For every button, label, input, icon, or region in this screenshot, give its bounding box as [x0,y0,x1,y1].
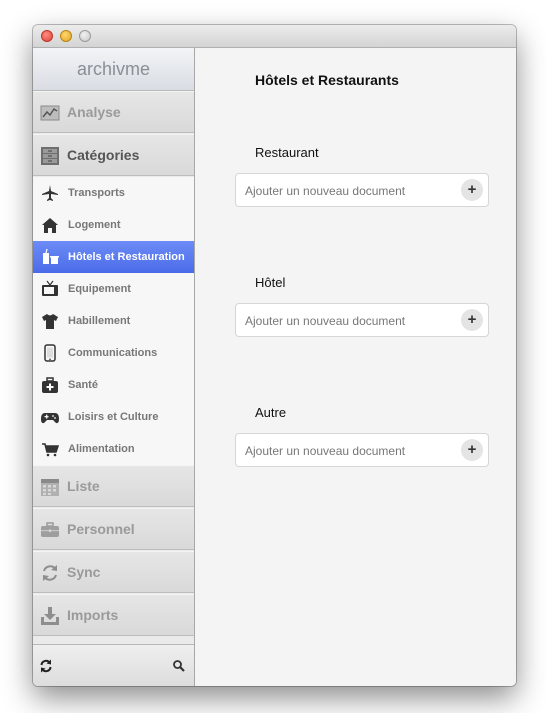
sidebar: archivme Analyse Catégories Transports L… [33,48,195,686]
sidebar-section-label: Sync [67,564,101,580]
briefcase-icon [41,522,59,537]
category-communications[interactable]: Communications [33,337,194,369]
refresh-icon[interactable] [39,659,53,673]
group-label-hotel: Hôtel [255,275,286,290]
sidebar-section-categories[interactable]: Catégories [33,134,194,176]
add-document-field-hotel[interactable]: Ajouter un nouveau document + [235,303,489,337]
gamepad-icon [41,413,59,424]
tv-icon [42,280,58,296]
phone-icon [44,344,56,362]
add-document-field-autre[interactable]: Ajouter un nouveau document + [235,433,489,467]
app-window: archivme Analyse Catégories Transports L… [33,25,516,686]
add-document-button[interactable]: + [461,179,483,201]
add-document-placeholder: Ajouter un nouveau document [245,444,406,458]
category-label: Logement [68,219,121,231]
category-label: Loisirs et Culture [68,411,159,423]
calendar-icon [41,479,59,496]
sidebar-section-label: Analyse [67,104,121,120]
import-icon [41,607,59,625]
add-document-field-restaurant[interactable]: Ajouter un nouveau document + [235,173,489,207]
sidebar-section-label: Liste [67,478,100,494]
sidebar-section-label: Imports [67,607,119,623]
close-button[interactable] [41,30,53,42]
zoom-button[interactable] [79,30,91,42]
add-document-button[interactable]: + [461,439,483,461]
house-icon [42,218,58,233]
medkit-icon [42,377,58,393]
page-title: Hôtels et Restaurants [255,72,399,88]
category-label: Equipement [68,283,131,295]
main-content: Hôtels et Restaurants Restaurant Ajouter… [195,48,516,686]
search-icon[interactable] [172,659,186,673]
category-transports[interactable]: Transports [33,177,194,209]
sidebar-section-sync[interactable]: Sync [33,551,194,593]
sidebar-section-label: Catégories [67,147,140,163]
category-label: Habillement [68,315,131,327]
sidebar-section-liste[interactable]: Liste [33,465,194,507]
sidebar-section-imports[interactable]: Imports [33,594,194,636]
add-document-placeholder: Ajouter un nouveau document [245,184,406,198]
chart-icon [40,105,60,121]
category-equipement[interactable]: Equipement [33,273,194,305]
add-document-button[interactable]: + [461,309,483,331]
sidebar-section-label: Personnel [67,521,135,537]
app-brand: archivme [33,48,194,91]
category-label: Santé [68,379,98,391]
title-bar [33,25,516,48]
category-label: Hôtels et Restauration [68,251,185,263]
tshirt-icon [42,314,58,329]
category-label: Alimentation [68,443,135,455]
group-label-restaurant: Restaurant [255,145,319,160]
category-alimentation[interactable]: Alimentation [33,433,194,465]
sync-icon [43,565,57,581]
airplane-icon [42,185,58,201]
group-label-autre: Autre [255,405,287,420]
sidebar-section-analyse[interactable]: Analyse [33,91,194,133]
category-sante[interactable]: Santé [33,369,194,401]
cart-icon [42,443,59,457]
category-loisirs-culture[interactable]: Loisirs et Culture [33,401,194,433]
category-label: Transports [68,187,125,199]
category-habillement[interactable]: Habillement [33,305,194,337]
category-hotels-restauration[interactable]: Hôtels et Restauration [33,241,194,273]
drink-icon [43,248,59,264]
drawers-icon [41,147,59,165]
category-logement[interactable]: Logement [33,209,194,241]
minimize-button[interactable] [60,30,72,42]
add-document-placeholder: Ajouter un nouveau document [245,314,406,328]
category-label: Communications [68,347,158,359]
sidebar-section-personnel[interactable]: Personnel [33,508,194,550]
sidebar-bottom-bar [33,644,194,686]
